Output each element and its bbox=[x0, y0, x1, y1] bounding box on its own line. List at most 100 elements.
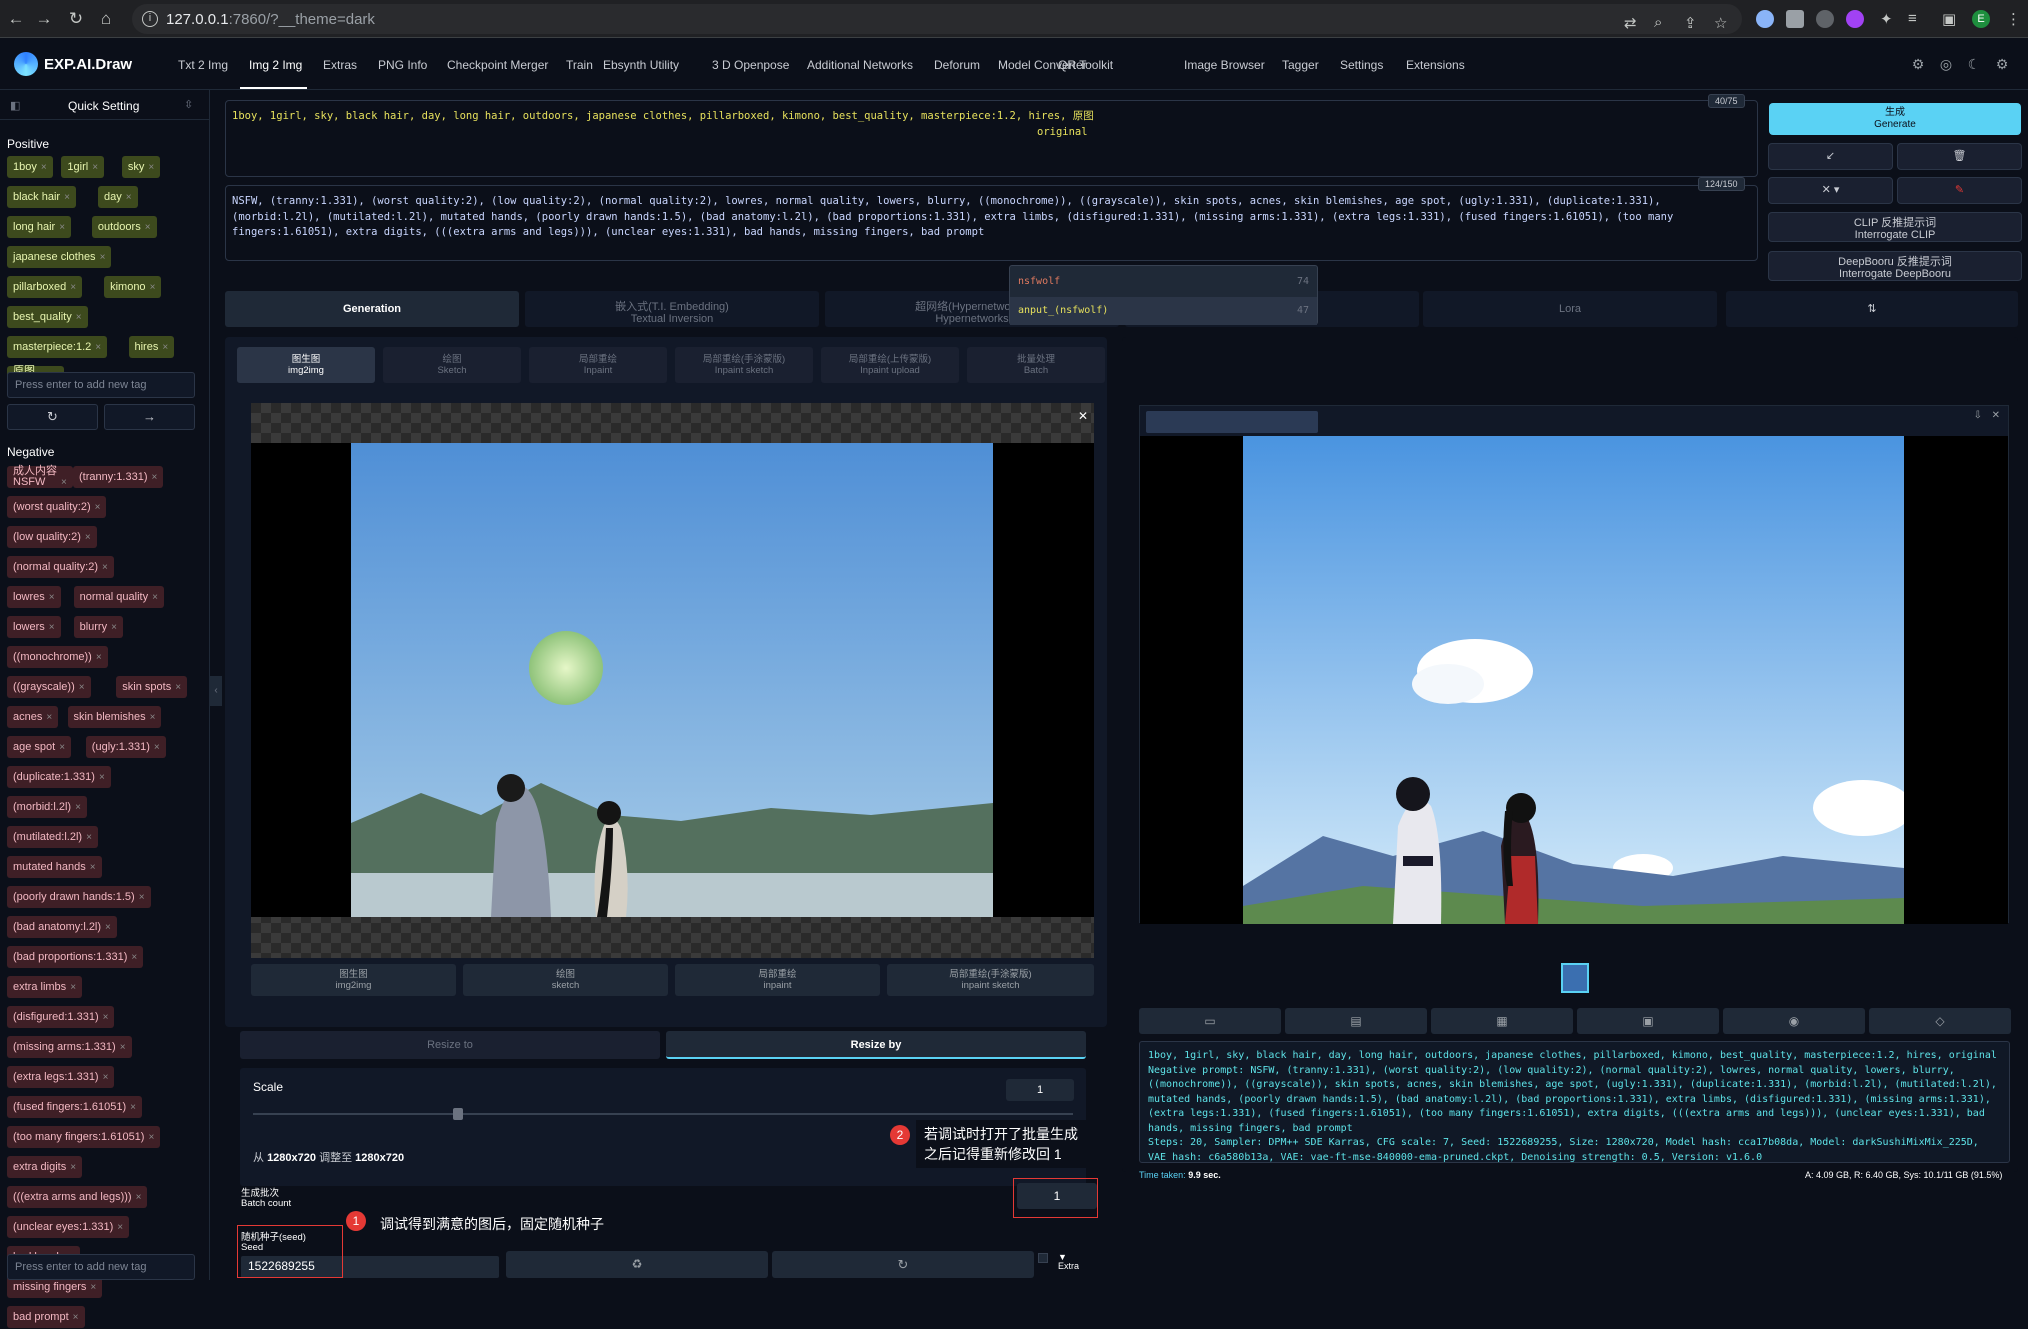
tag-chip[interactable]: (too many fingers:1.61051) × bbox=[7, 1126, 161, 1148]
img2img-tab-inpaint-upload[interactable]: 局部重绘(上传蒙版) Inpaint upload bbox=[821, 347, 959, 383]
nav-tab-extras[interactable]: Extras bbox=[323, 58, 357, 72]
nav-tab-img-2-img[interactable]: Img 2 Img bbox=[249, 58, 302, 72]
clear-image-icon[interactable]: ✕ bbox=[1078, 409, 1088, 423]
pin-icon[interactable]: ⇳ bbox=[184, 98, 193, 111]
folder-icon[interactable]: ▭ bbox=[1139, 1008, 1281, 1034]
tab-lora[interactable]: Lora bbox=[1423, 291, 1717, 327]
sort-icon[interactable]: ⇅ bbox=[1726, 291, 2018, 327]
nav-tab-checkpoint-merger[interactable]: Checkpoint Merger bbox=[447, 58, 548, 72]
nav-tab-tagger[interactable]: Tagger bbox=[1282, 58, 1319, 72]
remove-tag-icon[interactable]: × bbox=[130, 1102, 136, 1113]
read-params-arrow-button[interactable]: ↙ bbox=[1768, 143, 1893, 170]
send-to-img2img-icon[interactable]: ▣ bbox=[1577, 1008, 1719, 1034]
remove-tag-icon[interactable]: × bbox=[99, 772, 105, 783]
bookmark-star-icon[interactable]: ☆ bbox=[1714, 14, 1727, 32]
remove-tag-icon[interactable]: × bbox=[46, 712, 52, 723]
tag-chip[interactable]: age spot × bbox=[7, 736, 72, 758]
remove-tag-icon[interactable]: × bbox=[126, 192, 132, 203]
tag-chip[interactable]: (normal quality:2) × bbox=[7, 556, 114, 578]
save-icon[interactable]: ▤ bbox=[1285, 1008, 1427, 1034]
tag-chip[interactable]: long hair × bbox=[7, 216, 72, 238]
tag-chip[interactable]: (duplicate:1.331) × bbox=[7, 766, 111, 788]
tag-chip[interactable]: pillarboxed × bbox=[7, 276, 83, 298]
home-icon[interactable]: ⌂ bbox=[96, 9, 116, 29]
scale-slider-thumb[interactable] bbox=[453, 1108, 463, 1120]
forward-icon[interactable]: → bbox=[34, 9, 54, 29]
remove-tag-icon[interactable]: × bbox=[90, 1282, 96, 1293]
output-thumbnail[interactable] bbox=[1561, 963, 1589, 993]
remove-tag-icon[interactable]: × bbox=[49, 592, 55, 603]
github-icon[interactable]: ◎ bbox=[1938, 56, 1954, 72]
copy-to-sketch-button[interactable]: 绘图 sketch bbox=[463, 964, 668, 996]
tag-chip[interactable]: (worst quality:2) × bbox=[7, 496, 107, 518]
remove-tag-icon[interactable]: × bbox=[49, 622, 55, 633]
remove-tag-icon[interactable]: × bbox=[59, 222, 65, 233]
nav-tab-extensions[interactable]: Extensions bbox=[1406, 58, 1465, 72]
negative-add-tag-input[interactable]: Press enter to add new tag bbox=[7, 1254, 195, 1280]
copy-to-img2img-button[interactable]: 图生图 img2img bbox=[251, 964, 456, 996]
zip-icon[interactable]: ▦ bbox=[1431, 1008, 1573, 1034]
extension-icon[interactable] bbox=[1756, 10, 1774, 28]
remove-tag-icon[interactable]: × bbox=[105, 922, 111, 933]
generate-button[interactable]: 生成 Generate bbox=[1769, 103, 2021, 135]
tag-chip[interactable]: (bad anatomy:l.2l) × bbox=[7, 916, 117, 938]
remove-tag-icon[interactable]: × bbox=[139, 892, 145, 903]
nav-tab-image-browser[interactable]: Image Browser bbox=[1184, 58, 1265, 72]
remove-tag-icon[interactable]: × bbox=[70, 282, 76, 293]
tag-chip[interactable]: bad prompt × bbox=[7, 1306, 85, 1328]
remove-tag-icon[interactable]: × bbox=[175, 682, 181, 693]
tag-chip[interactable]: mutated hands × bbox=[7, 856, 102, 878]
positive-prompt-textarea[interactable]: 1boy, 1girl, sky, black hair, day, long … bbox=[225, 100, 1758, 177]
img2img-tab-sketch[interactable]: 绘图 Sketch bbox=[383, 347, 521, 383]
remove-tag-icon[interactable]: × bbox=[79, 682, 85, 693]
remove-tag-icon[interactable]: × bbox=[59, 742, 65, 753]
remove-tag-icon[interactable]: × bbox=[41, 162, 47, 173]
tag-chip[interactable]: ((monochrome)) × bbox=[7, 646, 108, 668]
nav-tab-ebsynth-utility[interactable]: Ebsynth Utility bbox=[603, 58, 679, 72]
remove-tag-icon[interactable]: × bbox=[102, 562, 108, 573]
tag-chip[interactable]: hires × bbox=[128, 336, 175, 358]
edit-brush-icon[interactable]: ✎ bbox=[1897, 177, 2022, 204]
extension-icon[interactable] bbox=[1846, 10, 1864, 28]
style-select-close[interactable]: ✕ ▾ bbox=[1768, 177, 1893, 204]
positive-add-tag-input[interactable]: Press enter to add new tag bbox=[7, 372, 195, 398]
tag-chip[interactable]: (tranny:1.331) × bbox=[73, 466, 164, 488]
reading-list-icon[interactable]: ≡ bbox=[1908, 10, 1917, 27]
settings-gear-icon[interactable]: ⚙ bbox=[1910, 56, 1926, 72]
tab-generation[interactable]: Generation bbox=[225, 291, 519, 327]
tag-chip[interactable]: lowers × bbox=[7, 616, 61, 638]
remove-tag-icon[interactable]: × bbox=[150, 712, 156, 723]
remove-tag-icon[interactable]: × bbox=[154, 742, 160, 753]
send-arrow-button[interactable]: → bbox=[104, 404, 195, 430]
zoom-icon[interactable]: ⌕ bbox=[1654, 14, 1662, 31]
img2img-tab-img2img[interactable]: 图生图 img2img bbox=[237, 347, 375, 383]
remove-tag-icon[interactable]: × bbox=[148, 1132, 154, 1143]
extension-icon[interactable] bbox=[1786, 10, 1804, 28]
send-to-extras-icon[interactable]: ◇ bbox=[1869, 1008, 2011, 1034]
site-info-icon[interactable]: i bbox=[142, 11, 158, 27]
remove-tag-icon[interactable]: × bbox=[70, 982, 76, 993]
tag-chip[interactable]: ((grayscale)) × bbox=[7, 676, 91, 698]
copy-to-inpaint-sketch-button[interactable]: 局部重绘(手涂蒙版) inpaint sketch bbox=[887, 964, 1094, 996]
download-icon[interactable]: ⇩ bbox=[1974, 410, 1982, 421]
tag-chip[interactable]: 1girl × bbox=[61, 156, 105, 178]
tag-chip[interactable]: (ugly:1.331) × bbox=[85, 736, 166, 758]
remove-tag-icon[interactable]: × bbox=[151, 472, 157, 483]
browser-menu-icon[interactable]: ⋮ bbox=[2006, 10, 2021, 28]
remove-tag-icon[interactable]: × bbox=[152, 592, 158, 603]
remove-tag-icon[interactable]: × bbox=[103, 1072, 109, 1083]
tag-chip[interactable]: day × bbox=[98, 186, 138, 208]
remove-tag-icon[interactable]: × bbox=[95, 502, 101, 513]
scale-input[interactable]: 1 bbox=[1006, 1079, 1074, 1101]
tag-chip[interactable]: masterpiece:1.2 × bbox=[7, 336, 108, 358]
collapse-sidebar-handle[interactable]: ‹ bbox=[210, 676, 222, 706]
nav-tab-3-d-openpose[interactable]: 3 D Openpose bbox=[712, 58, 789, 72]
tag-chip[interactable]: skin blemishes × bbox=[67, 706, 162, 728]
remove-tag-icon[interactable]: × bbox=[148, 162, 154, 173]
img2img-tab-inpaint[interactable]: 局部重绘 Inpaint bbox=[529, 347, 667, 383]
refresh-button[interactable]: ↻ bbox=[7, 404, 98, 430]
tag-chip[interactable]: (unclear eyes:1.331) × bbox=[7, 1216, 130, 1238]
remove-tag-icon[interactable]: × bbox=[162, 342, 168, 353]
autocomplete-option[interactable]: nsfwolf 74 bbox=[1010, 268, 1317, 296]
remove-tag-icon[interactable]: × bbox=[103, 1012, 109, 1023]
